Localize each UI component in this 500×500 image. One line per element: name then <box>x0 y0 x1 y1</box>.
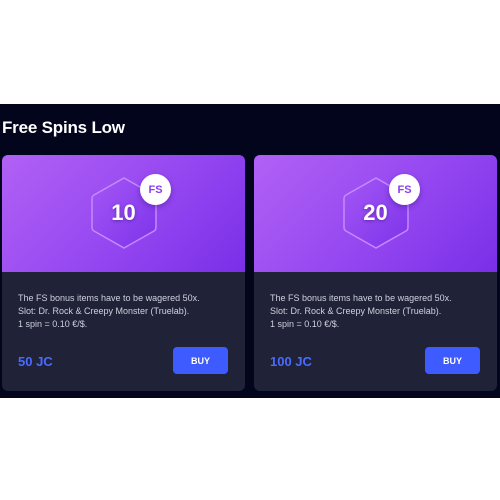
description-line: The FS bonus items have to be wagered 50… <box>270 293 452 303</box>
price-label: 50 JC <box>18 354 53 369</box>
description-line: The FS bonus items have to be wagered 50… <box>18 293 200 303</box>
price-label: 100 JC <box>270 354 312 369</box>
buy-button[interactable]: BUY <box>425 347 480 374</box>
card-banner: 20 FS <box>254 155 497 272</box>
description-line: 1 spin = 0.10 €/$. <box>270 319 340 329</box>
fs-badge: FS <box>389 174 420 205</box>
description-line: 1 spin = 0.10 €/$. <box>18 319 88 329</box>
free-spins-section: Free Spins Low 10 FS The FS bonus items … <box>0 104 500 398</box>
card-banner: 10 FS <box>2 155 245 272</box>
offer-card: 20 FS The FS bonus items have to be wage… <box>254 155 497 391</box>
description-line: Slot: Dr. Rock & Creepy Monster (Truelab… <box>270 306 442 316</box>
buy-button[interactable]: BUY <box>173 347 228 374</box>
card-description: The FS bonus items have to be wagered 50… <box>270 292 488 331</box>
description-line: Slot: Dr. Rock & Creepy Monster (Truelab… <box>18 306 190 316</box>
offer-card: 10 FS The FS bonus items have to be wage… <box>2 155 245 391</box>
fs-badge: FS <box>140 174 171 205</box>
section-title: Free Spins Low <box>2 118 125 137</box>
card-description: The FS bonus items have to be wagered 50… <box>18 292 236 331</box>
